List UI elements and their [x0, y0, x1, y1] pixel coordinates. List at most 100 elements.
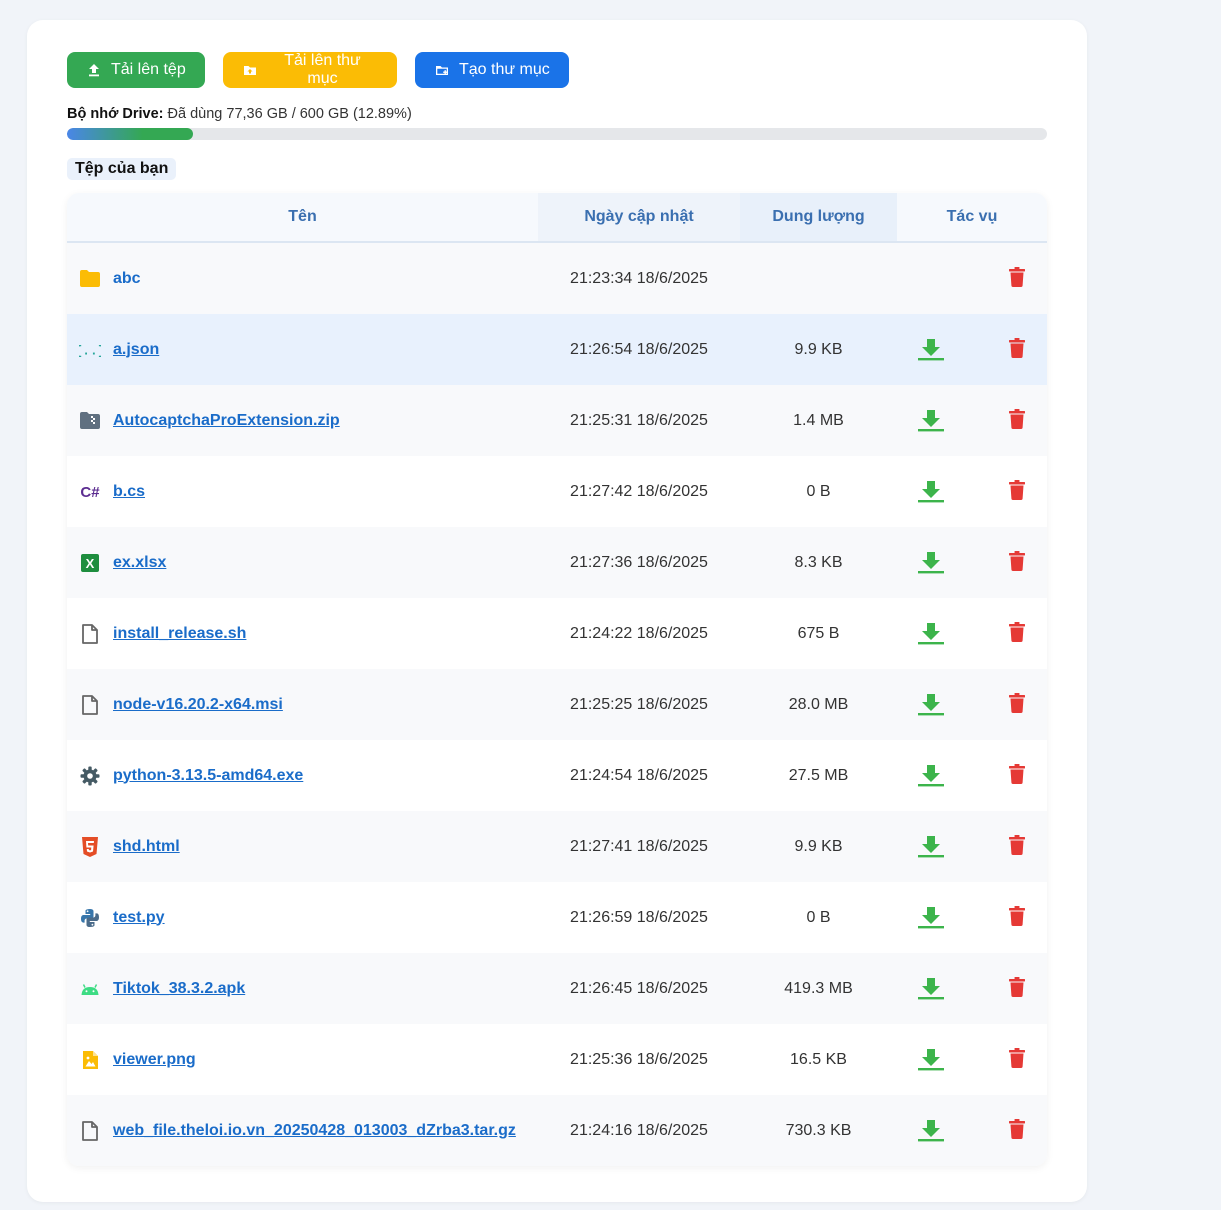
python-icon [79, 907, 101, 929]
file-name-link[interactable]: Tiktok_38.3.2.apk [113, 980, 245, 998]
trash-icon[interactable] [1009, 906, 1025, 926]
date-cell: 21:27:41 18/6/2025 [538, 811, 740, 882]
upload-file-label: Tải lên tệp [111, 61, 186, 78]
name-cell: viewer.png [67, 1024, 538, 1095]
name-cell: Xex.xlsx [67, 527, 538, 598]
header-actions: Tác vụ [897, 193, 1047, 243]
download-icon[interactable] [917, 1046, 945, 1074]
date-cell: 21:26:54 18/6/2025 [538, 314, 740, 385]
table-row: Tiktok_38.3.2.apk 21:26:45 18/6/2025 419.3… [67, 953, 1047, 1024]
table-row: web_file.theloi.io.vn_20250428_013003_dZ… [67, 1095, 1047, 1166]
excel-icon: X [79, 552, 101, 574]
size-cell: 28.0 MB [740, 669, 897, 740]
name-cell: AutocaptchaProExtension.zip [67, 385, 538, 456]
actions-cell [897, 1095, 1047, 1166]
file-name-link[interactable]: viewer.png [113, 1051, 196, 1069]
download-icon[interactable] [917, 904, 945, 932]
size-cell: 0 B [740, 456, 897, 527]
download-icon[interactable] [917, 478, 945, 506]
trash-icon[interactable] [1009, 622, 1025, 642]
file-name-link[interactable]: install_release.sh [113, 625, 246, 643]
file-name-link[interactable]: b.cs [113, 483, 145, 501]
table-row: {..} a.json 21:26:54 18/6/20259.9 KB [67, 314, 1047, 385]
zip-folder-icon [79, 410, 101, 432]
file-name-link[interactable]: abc [113, 270, 141, 288]
download-icon[interactable] [917, 336, 945, 364]
size-cell: 1.4 MB [740, 385, 897, 456]
table-row: Xex.xlsx 21:27:36 18/6/2025 8.3 KB [67, 527, 1047, 598]
actions-cell [897, 740, 1047, 811]
storage-info: Bộ nhớ Drive: Đã dùng 77,36 GB / 600 GB … [67, 106, 412, 122]
upload-folder-button[interactable]: Tải lên thư mục [223, 52, 397, 88]
trash-icon[interactable] [1009, 551, 1025, 571]
download-icon[interactable] [917, 762, 945, 790]
actions-cell [897, 811, 1047, 882]
svg-text:C#: C# [80, 484, 100, 501]
file-name-link[interactable]: AutocaptchaProExtension.zip [113, 412, 340, 430]
trash-icon[interactable] [1009, 693, 1025, 713]
actions-cell [897, 598, 1047, 669]
html5-icon [79, 836, 101, 858]
name-cell: install_release.sh [67, 598, 538, 669]
json-icon: {..} [79, 339, 101, 361]
android-icon [79, 978, 101, 1000]
trash-icon[interactable] [1009, 764, 1025, 784]
trash-icon[interactable] [1009, 1048, 1025, 1068]
storage-progress-bar [67, 128, 1047, 140]
table-row: test.py 21:26:59 18/6/2025 0 B [67, 882, 1047, 953]
table-header-row: Tên Ngày cập nhật Dung lượng Tác vụ [67, 193, 1047, 243]
trash-icon[interactable] [1009, 409, 1025, 429]
trash-icon[interactable] [1009, 480, 1025, 500]
file-name-link[interactable]: ex.xlsx [113, 554, 166, 572]
date-cell: 21:25:31 18/6/2025 [538, 385, 740, 456]
download-icon[interactable] [917, 407, 945, 435]
gear-icon [79, 765, 101, 787]
folder-upload-icon [243, 66, 256, 75]
size-cell: 27.5 MB [740, 740, 897, 811]
download-icon[interactable] [917, 549, 945, 577]
upload-folder-label: Tải lên thư mục [284, 52, 361, 87]
trash-icon[interactable] [1009, 267, 1025, 287]
date-cell: 21:23:34 18/6/2025 [538, 242, 740, 314]
trash-icon[interactable] [1009, 977, 1025, 997]
size-cell: 419.3 MB [740, 953, 897, 1024]
storage-text: Đã dùng 77,36 GB / 600 GB (12.89%) [167, 106, 412, 122]
size-cell: 675 B [740, 598, 897, 669]
file-name-link[interactable]: node-v16.20.2-x64.msi [113, 696, 283, 714]
file-icon [79, 694, 101, 716]
trash-icon[interactable] [1009, 835, 1025, 855]
trash-icon[interactable] [1009, 1119, 1025, 1139]
size-cell: 0 B [740, 882, 897, 953]
file-name-link[interactable]: a.json [113, 341, 159, 359]
file-icon [79, 623, 101, 645]
download-icon[interactable] [917, 975, 945, 1003]
file-name-link[interactable]: shd.html [113, 838, 180, 856]
file-name-link[interactable]: test.py [113, 909, 165, 927]
size-cell: 9.9 KB [740, 314, 897, 385]
header-size[interactable]: Dung lượng [740, 193, 897, 243]
actions-cell [897, 242, 1047, 314]
download-icon[interactable] [917, 691, 945, 719]
trash-icon[interactable] [1009, 338, 1025, 358]
table-row: python-3.13.5-amd64.exe 21:24:54 18/6/202… [67, 740, 1047, 811]
file-name-link[interactable]: python-3.13.5-amd64.exe [113, 767, 303, 785]
actions-cell [897, 314, 1047, 385]
header-name[interactable]: Tên [67, 193, 538, 243]
create-folder-button[interactable]: Tạo thư mục [415, 52, 569, 88]
name-cell: node-v16.20.2-x64.msi [67, 669, 538, 740]
section-title: Tệp của bạn [67, 158, 177, 180]
svg-text:X: X [86, 556, 95, 571]
download-icon[interactable] [917, 620, 945, 648]
file-name-link[interactable]: web_file.theloi.io.vn_20250428_013003_dZ… [113, 1122, 516, 1140]
table-row: node-v16.20.2-x64.msi 21:25:25 18/6/2025 2… [67, 669, 1047, 740]
date-cell: 21:24:22 18/6/2025 [538, 598, 740, 669]
download-icon[interactable] [917, 1117, 945, 1145]
size-cell: 16.5 KB [740, 1024, 897, 1095]
download-icon[interactable] [917, 833, 945, 861]
name-cell: web_file.theloi.io.vn_20250428_013003_dZ… [67, 1095, 538, 1166]
name-cell: Tiktok_38.3.2.apk [67, 953, 538, 1024]
upload-file-button[interactable]: Tải lên tệp [67, 52, 205, 88]
actions-cell [897, 385, 1047, 456]
size-cell [740, 242, 897, 314]
header-date[interactable]: Ngày cập nhật [538, 193, 740, 243]
